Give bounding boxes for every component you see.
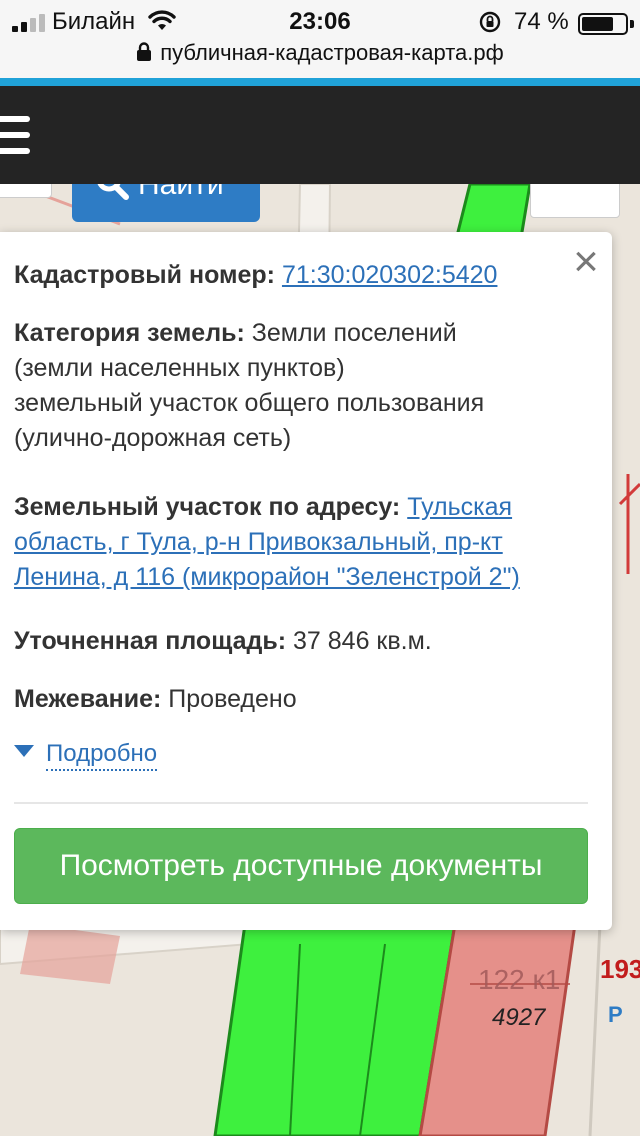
parking-icon: P [608, 1002, 623, 1027]
map-building-label: 122 к1 [478, 964, 561, 995]
triangle-down-icon [14, 745, 34, 757]
app-header [0, 86, 640, 184]
map-parcel-label: 4927 [492, 1004, 546, 1031]
loading-accent-bar [0, 78, 640, 86]
survey-value: Проведено [168, 685, 297, 713]
land-category-row: Категория земель: Земли поселений (земли… [14, 316, 594, 456]
padlock-icon [137, 42, 152, 61]
land-category-line3: земельный участок общего пользования [14, 389, 485, 417]
view-documents-button[interactable]: Посмотреть доступные документы [14, 828, 588, 904]
address-row: Земельный участок по адресу: Тульская об… [14, 490, 594, 595]
address-bar[interactable]: публичная-кадастровая-карта.рф [0, 40, 640, 72]
survey-row: Межевание: Проведено [14, 682, 594, 717]
battery-icon [578, 13, 628, 35]
area-label: Уточненная площадь: [14, 627, 287, 655]
area-value: 37 846 кв.м. [293, 627, 432, 655]
status-bar: Билайн 23:06 74 % публичная-кадастровая-… [0, 0, 640, 80]
map-search-label: Найти [138, 184, 224, 201]
divider [14, 802, 588, 804]
map-control-button[interactable] [0, 184, 52, 198]
land-category-label: Категория земель: [14, 319, 245, 347]
rotation-lock-icon [479, 11, 501, 33]
battery-percent: 74 % [514, 8, 569, 35]
map-search-button[interactable]: Найти [72, 184, 260, 222]
area-row: Уточненная площадь: 37 846 кв.м. [14, 624, 594, 659]
land-category-line4: (улично-дорожная сеть) [14, 424, 292, 452]
land-category-line1: Земли поселений [251, 319, 457, 347]
survey-label: Межевание: [14, 685, 162, 713]
cadastral-number-label: Кадастровый номер: [14, 261, 275, 289]
parcel-info-popup: × Кадастровый номер: 71:30:020302:5420 К… [0, 232, 612, 930]
zoom-out-button[interactable] [530, 184, 620, 218]
map-house-number-label: 193 [600, 954, 640, 984]
cadastral-number-link[interactable]: 71:30:020302:5420 [282, 261, 498, 289]
menu-icon[interactable] [0, 116, 30, 156]
battery-cap [630, 20, 634, 28]
search-icon [97, 184, 129, 200]
cadastral-number-row: Кадастровый номер: 71:30:020302:5420 [14, 258, 594, 293]
details-toggle-label: Подробно [46, 740, 158, 771]
url-text: публичная-кадастровая-карта.рф [160, 40, 504, 65]
address-label: Земельный участок по адресу: [14, 493, 401, 521]
land-category-line2: (земли населенных пунктов) [14, 354, 345, 382]
details-toggle[interactable]: Подробно [14, 740, 158, 771]
